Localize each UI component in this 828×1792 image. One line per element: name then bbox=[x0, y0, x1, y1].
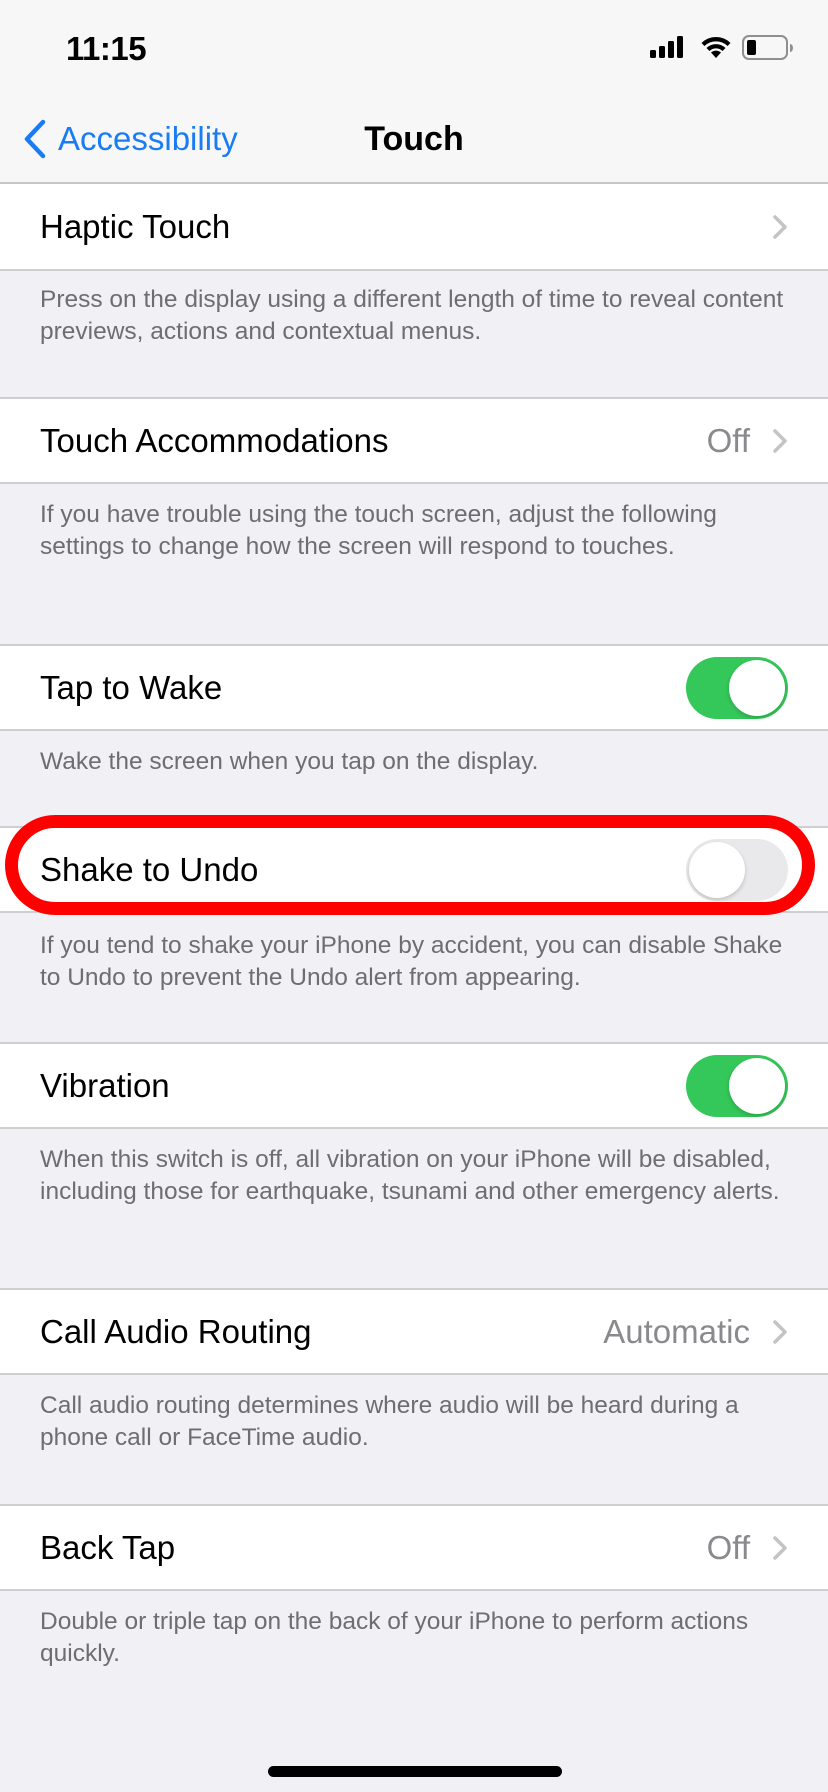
cellular-signal-icon bbox=[650, 36, 683, 58]
footer-vibration: When this switch is off, all vibration o… bbox=[40, 1146, 780, 1205]
footer-tap-to-wake: Wake the screen when you tap on the disp… bbox=[40, 748, 539, 775]
footer-back-tap: Double or triple tap on the back of your… bbox=[40, 1608, 749, 1667]
toggle-knob bbox=[729, 1057, 785, 1114]
footer-touch-accommodations: If you have trouble using the touch scre… bbox=[40, 501, 717, 560]
row-label: Call Audio Routing bbox=[40, 1312, 312, 1350]
row-call-audio-routing[interactable]: Call Audio Routing Automatic bbox=[0, 1288, 828, 1375]
row-label: Vibration bbox=[40, 1066, 170, 1104]
row-label: Haptic Touch bbox=[40, 207, 231, 245]
row-haptic-touch[interactable]: Haptic Touch bbox=[0, 184, 828, 271]
toggle-knob bbox=[689, 841, 745, 898]
home-indicator[interactable] bbox=[268, 1766, 562, 1777]
row-label: Shake to Undo bbox=[40, 850, 259, 888]
tap-to-wake-toggle[interactable] bbox=[686, 656, 788, 719]
vibration-toggle[interactable] bbox=[686, 1054, 788, 1117]
row-value: Off bbox=[706, 421, 750, 459]
chevron-right-icon bbox=[773, 428, 787, 453]
chevron-right-icon bbox=[773, 1535, 787, 1560]
row-touch-accommodations[interactable]: Touch Accommodations Off bbox=[0, 397, 828, 484]
wifi-icon bbox=[701, 36, 731, 58]
toggle-knob bbox=[729, 659, 785, 716]
row-label: Touch Accommodations bbox=[40, 421, 389, 459]
row-back-tap[interactable]: Back Tap Off bbox=[0, 1504, 828, 1591]
status-bar: 11:15 bbox=[0, 0, 828, 96]
shake-to-undo-toggle[interactable] bbox=[686, 838, 788, 901]
row-label: Tap to Wake bbox=[40, 668, 223, 706]
row-shake-to-undo: Shake to Undo bbox=[0, 826, 828, 913]
row-tap-to-wake: Tap to Wake bbox=[0, 644, 828, 731]
footer-haptic-touch: Press on the display using a different l… bbox=[40, 286, 784, 345]
footer-call-audio-routing: Call audio routing determines where audi… bbox=[40, 1392, 739, 1451]
row-vibration: Vibration bbox=[0, 1042, 828, 1129]
chevron-right-icon bbox=[773, 214, 787, 239]
page-title: Touch bbox=[364, 120, 464, 158]
chevron-right-icon bbox=[773, 1319, 787, 1344]
battery-icon bbox=[742, 35, 793, 60]
navigation-bar: Accessibility Touch bbox=[0, 96, 828, 184]
row-label: Back Tap bbox=[40, 1528, 176, 1566]
row-value: Off bbox=[706, 1528, 750, 1566]
row-value: Automatic bbox=[603, 1312, 750, 1350]
footer-shake-to-undo: If you tend to shake your iPhone by acci… bbox=[40, 932, 783, 991]
status-time: 11:15 bbox=[66, 30, 147, 67]
